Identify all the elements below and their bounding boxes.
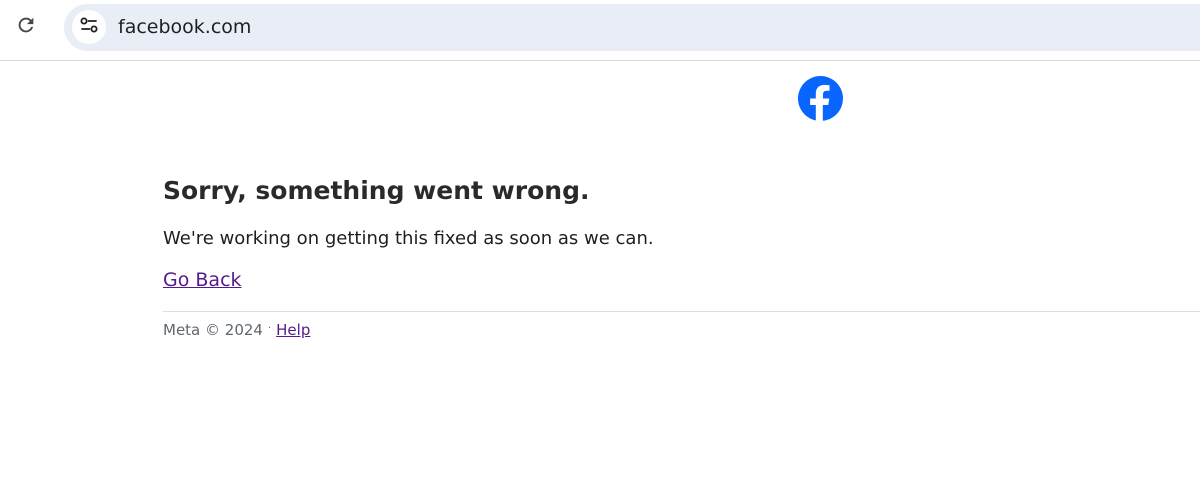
footer: Meta © 2024 · Help xyxy=(163,321,310,339)
go-back-link[interactable]: Go Back xyxy=(163,269,242,291)
help-link[interactable]: Help xyxy=(276,321,310,339)
footer-copyright: Meta © 2024 xyxy=(163,321,263,339)
error-title: Sorry, something went wrong. xyxy=(163,176,590,205)
browser-toolbar: facebook.com xyxy=(0,0,1200,61)
site-info-button[interactable] xyxy=(72,10,106,44)
footer-separator: · xyxy=(267,323,272,334)
site-info-icon xyxy=(79,15,99,39)
reload-icon xyxy=(15,14,37,40)
reload-button[interactable] xyxy=(10,11,42,43)
error-message: We're working on getting this fixed as s… xyxy=(163,228,654,249)
facebook-logo[interactable] xyxy=(798,76,843,122)
url-text[interactable]: facebook.com xyxy=(118,15,251,39)
address-bar[interactable]: facebook.com xyxy=(64,4,1200,51)
divider xyxy=(163,311,1200,312)
